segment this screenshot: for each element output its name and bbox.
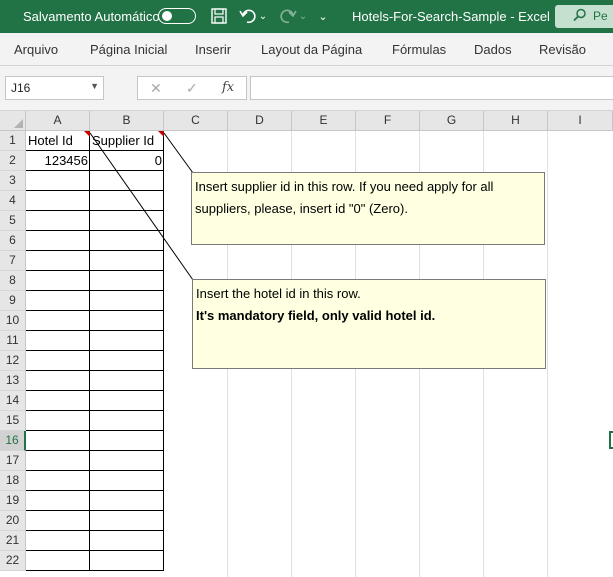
tab-arquivo[interactable]: Arquivo — [14, 42, 58, 57]
name-box-value: J16 — [11, 81, 31, 95]
comment-hotel-id: Insert the hotel id in this row. It's ma… — [192, 279, 546, 369]
redo-icon[interactable] — [278, 6, 298, 26]
tab-inserir[interactable]: Inserir — [195, 42, 231, 57]
name-box-dropdown-icon[interactable]: ▼ — [90, 81, 99, 91]
redo-dropdown-icon[interactable]: ⌄ — [298, 6, 308, 26]
name-box[interactable]: J16 ▼ — [5, 76, 104, 100]
spreadsheet-grid: A B C D E F G H I 1 2 3 4 5 6 7 8 9 10 11 12 13 14 15 1… — [0, 111, 613, 577]
comment-supplier-id: Insert supplier id in this row. If you n… — [191, 172, 545, 245]
search-icon — [573, 8, 587, 25]
toggle-knob — [162, 11, 172, 21]
customize-toolbar-icon[interactable]: ⌄ — [316, 6, 330, 26]
undo-icon[interactable] — [238, 6, 258, 26]
search-label: Pe — [593, 9, 608, 23]
ribbon-tabs: Arquivo Página Inicial Inserir Layout da… — [0, 33, 613, 66]
title-bar: Salvamento Automático ⌄ ⌄ ⌄ Hotels-For-S… — [0, 0, 613, 33]
comment-hotel-line2: It's mandatory field, only valid hotel i… — [196, 308, 436, 323]
insert-function-icon[interactable]: fx — [222, 80, 234, 95]
tab-layout-da-pagina[interactable]: Layout da Página — [261, 42, 362, 57]
formula-buttons: ✕ ✓ fx — [137, 76, 247, 100]
formula-input[interactable] — [250, 76, 613, 100]
save-icon[interactable] — [208, 6, 230, 26]
search-box[interactable]: Pe — [555, 5, 613, 28]
window-title: Hotels-For-Search-Sample - Excel — [352, 9, 550, 24]
autosave-toggle[interactable] — [158, 8, 196, 24]
active-cell-edge — [609, 431, 613, 449]
autosave-label: Salvamento Automático — [23, 9, 160, 24]
tab-dados[interactable]: Dados — [474, 42, 512, 57]
connector-b1 — [163, 132, 194, 174]
cancel-icon[interactable]: ✕ — [150, 80, 162, 97]
connector-a1 — [89, 132, 194, 281]
comment-hotel-line1: Insert the hotel id in this row. — [196, 286, 361, 301]
tab-revisao[interactable]: Revisão — [539, 42, 586, 57]
undo-dropdown-icon[interactable]: ⌄ — [258, 6, 268, 26]
tab-pagina-inicial[interactable]: Página Inicial — [90, 42, 167, 57]
enter-icon[interactable]: ✓ — [186, 80, 198, 97]
formula-bar: J16 ▼ ✕ ✓ fx — [0, 66, 613, 111]
tab-formulas[interactable]: Fórmulas — [392, 42, 446, 57]
comment-supplier-text: Insert supplier id in this row. If you n… — [195, 179, 494, 216]
